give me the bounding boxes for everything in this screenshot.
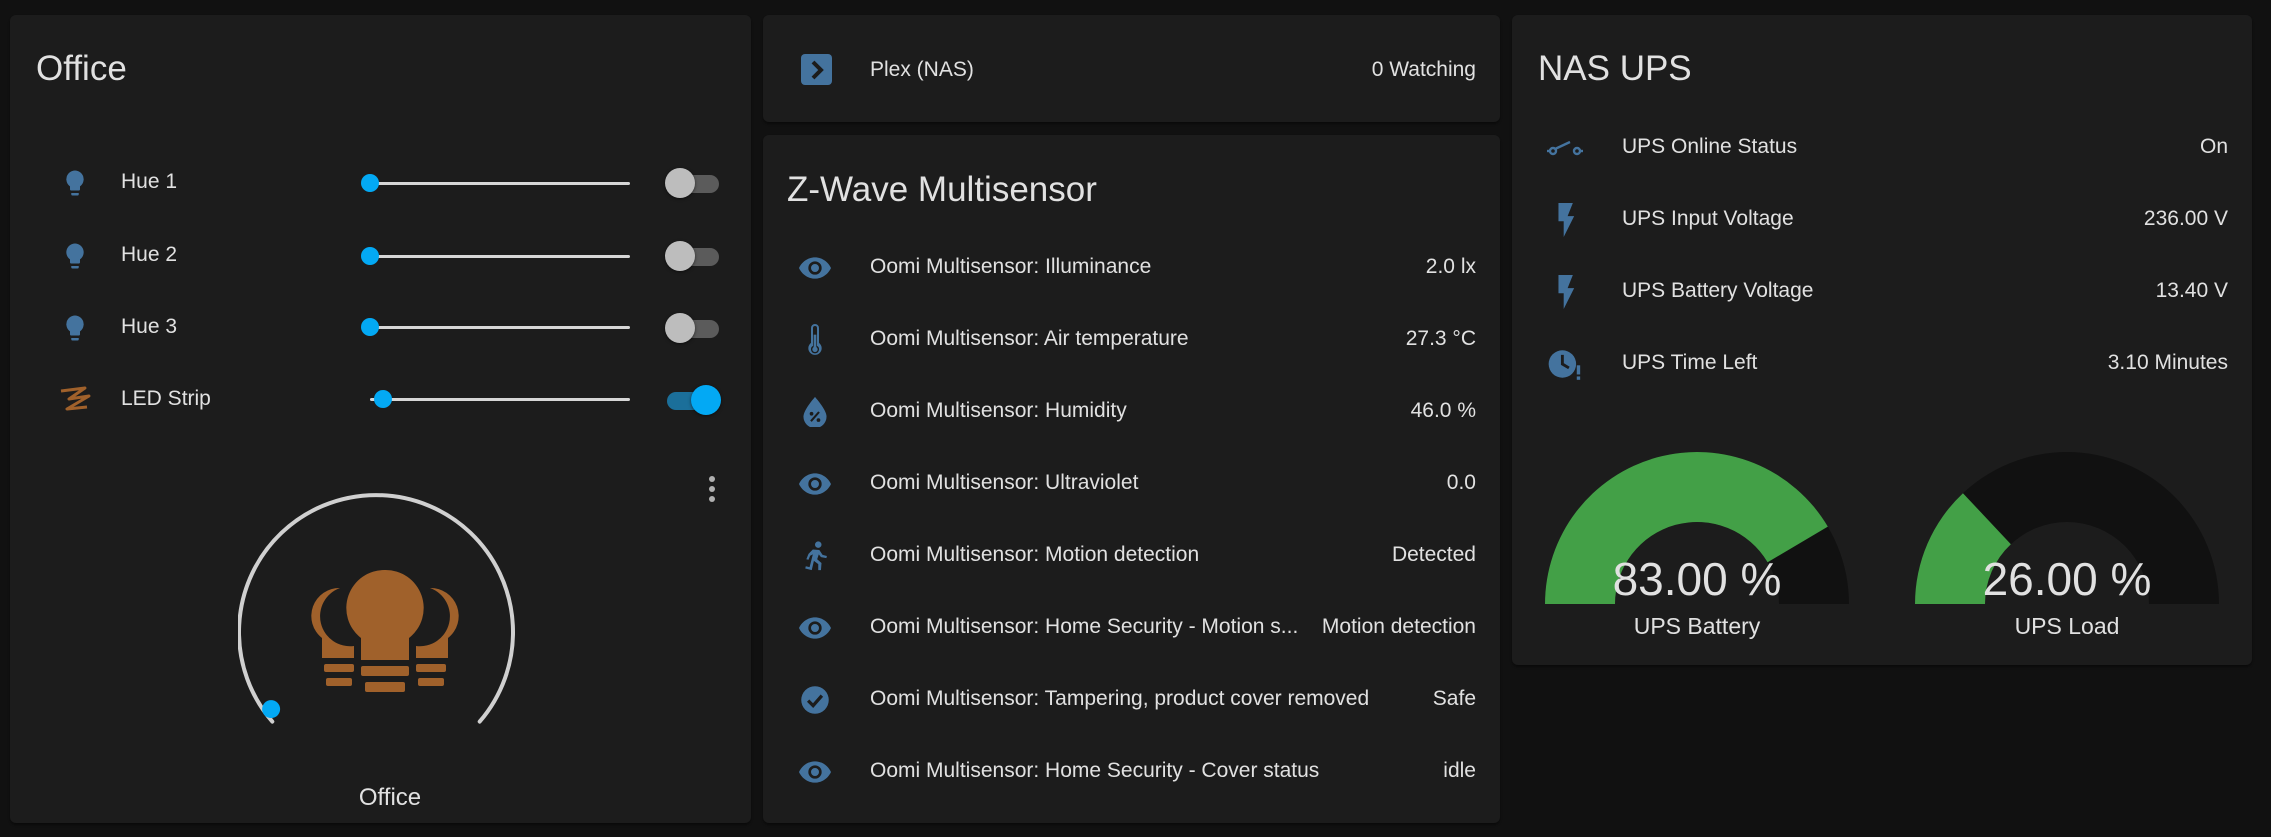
eye-icon[interactable]	[795, 608, 835, 648]
row-label-oomi-multisensor-home-security-motion-s[interactable]: Oomi Multisensor: Home Security - Motion…	[870, 615, 1298, 639]
zwave-card: Z-Wave Multisensor Oomi Multisensor: Ill…	[763, 135, 1500, 823]
run-icon[interactable]	[795, 536, 835, 576]
lightbulb-icon[interactable]	[55, 163, 95, 203]
row-label-oomi-multisensor-ultraviolet[interactable]: Oomi Multisensor: Ultraviolet	[870, 471, 1138, 495]
eye-icon[interactable]	[795, 752, 835, 792]
slider-knob[interactable]	[361, 174, 379, 192]
plex-icon[interactable]	[801, 54, 832, 85]
lightbulb-icon[interactable]	[55, 308, 95, 348]
clock-alert-icon[interactable]	[1545, 344, 1585, 384]
row-value-oomi-multisensor-home-security-motion-s: Motion detection	[1321, 615, 1476, 638]
toggle-thumb[interactable]	[665, 168, 695, 198]
light-label-led-strip[interactable]: LED Strip	[121, 387, 211, 411]
plex-value: 0 Watching	[1371, 58, 1476, 81]
row-label-oomi-multisensor-home-security-cover-status[interactable]: Oomi Multisensor: Home Security - Cover …	[870, 759, 1319, 783]
lightbulb-icon[interactable]	[55, 236, 95, 276]
row-value-oomi-multisensor-motion-detection: Detected	[1391, 543, 1476, 566]
row-value-ups-time-left: 3.10 Minutes	[2107, 351, 2228, 374]
lightbulb-group-icon[interactable]	[300, 568, 470, 708]
row-value-ups-online-status: On	[2199, 135, 2228, 158]
office-card-title: Office	[36, 49, 127, 88]
gauge-name-ups-load: UPS Load	[2014, 613, 2120, 639]
light-label-hue-2[interactable]: Hue 2	[121, 243, 177, 267]
row-label-ups-time-left[interactable]: UPS Time Left	[1622, 351, 1757, 375]
gauge-name-ups-battery: UPS Battery	[1633, 613, 1761, 639]
gauge-value-ups-battery: 83.00 %	[1612, 553, 1782, 605]
office-card: Office Hue 1 Hue 2 Hue 3 LED Strip Offic…	[10, 15, 751, 823]
light-label-hue-3[interactable]: Hue 3	[121, 315, 177, 339]
row-value-oomi-multisensor-illuminance: 2.0 lx	[1425, 255, 1476, 278]
row-label-oomi-multisensor-tampering-product-cover-removed[interactable]: Oomi Multisensor: Tampering, product cov…	[870, 687, 1369, 711]
switch-icon[interactable]	[1545, 128, 1585, 168]
row-label-oomi-multisensor-motion-detection[interactable]: Oomi Multisensor: Motion detection	[870, 543, 1199, 567]
row-value-oomi-multisensor-home-security-cover-status: idle	[1443, 759, 1476, 782]
more-options-icon[interactable]	[704, 474, 720, 504]
toggle-thumb[interactable]	[691, 385, 721, 415]
toggle-hue-2[interactable]	[665, 239, 721, 273]
slider-track[interactable]	[370, 255, 630, 258]
row-label-oomi-multisensor-air-temperature[interactable]: Oomi Multisensor: Air temperature	[870, 327, 1189, 351]
eye-icon[interactable]	[795, 464, 835, 504]
row-label-oomi-multisensor-illuminance[interactable]: Oomi Multisensor: Illuminance	[870, 255, 1151, 279]
row-value-oomi-multisensor-ultraviolet: 0.0	[1446, 471, 1476, 494]
row-value-oomi-multisensor-tampering-product-cover-removed: Safe	[1432, 687, 1476, 710]
row-label-ups-online-status[interactable]: UPS Online Status	[1622, 135, 1797, 159]
brightness-dial-knob[interactable]	[262, 700, 281, 719]
slider-track[interactable]	[370, 398, 630, 401]
slider-knob[interactable]	[361, 247, 379, 265]
row-value-oomi-multisensor-humidity: 46.0 %	[1410, 399, 1476, 422]
plex-card: Plex (NAS) 0 Watching	[763, 15, 1500, 122]
zwave-card-title: Z-Wave Multisensor	[787, 170, 1097, 209]
row-value-ups-battery-voltage: 13.40 V	[2155, 279, 2228, 302]
slider-track[interactable]	[370, 326, 630, 329]
nas-ups-card: NAS UPS UPS Online Status On UPS Input Vol…	[1512, 15, 2252, 665]
toggle-hue-1[interactable]	[665, 166, 721, 200]
check-circle-icon[interactable]	[795, 680, 835, 720]
slider-track[interactable]	[370, 182, 630, 185]
gauge-value-ups-load: 26.00 %	[1982, 553, 2152, 605]
toggle-thumb[interactable]	[665, 313, 695, 343]
row-value-ups-input-voltage: 236.00 V	[2143, 207, 2228, 230]
nas-ups-card-title: NAS UPS	[1538, 49, 1692, 88]
eye-icon[interactable]	[795, 248, 835, 288]
row-label-ups-battery-voltage[interactable]: UPS Battery Voltage	[1622, 279, 1813, 303]
led-strip-icon[interactable]	[55, 380, 95, 420]
row-value-oomi-multisensor-air-temperature: 27.3 °C	[1405, 327, 1476, 350]
flash-icon[interactable]	[1545, 200, 1585, 240]
thermometer-icon[interactable]	[795, 320, 835, 360]
toggle-hue-3[interactable]	[665, 311, 721, 345]
water-percent-icon[interactable]	[795, 392, 835, 432]
plex-label[interactable]: Plex (NAS)	[870, 58, 974, 82]
slider-knob[interactable]	[361, 318, 379, 336]
row-label-ups-input-voltage[interactable]: UPS Input Voltage	[1622, 207, 1794, 231]
flash-icon[interactable]	[1545, 272, 1585, 312]
toggle-thumb[interactable]	[665, 241, 695, 271]
group-light-name[interactable]: Office	[270, 784, 510, 812]
light-label-hue-1[interactable]: Hue 1	[121, 170, 177, 194]
slider-knob[interactable]	[374, 390, 392, 408]
row-label-oomi-multisensor-humidity[interactable]: Oomi Multisensor: Humidity	[870, 399, 1127, 423]
toggle-led-strip[interactable]	[665, 383, 721, 417]
